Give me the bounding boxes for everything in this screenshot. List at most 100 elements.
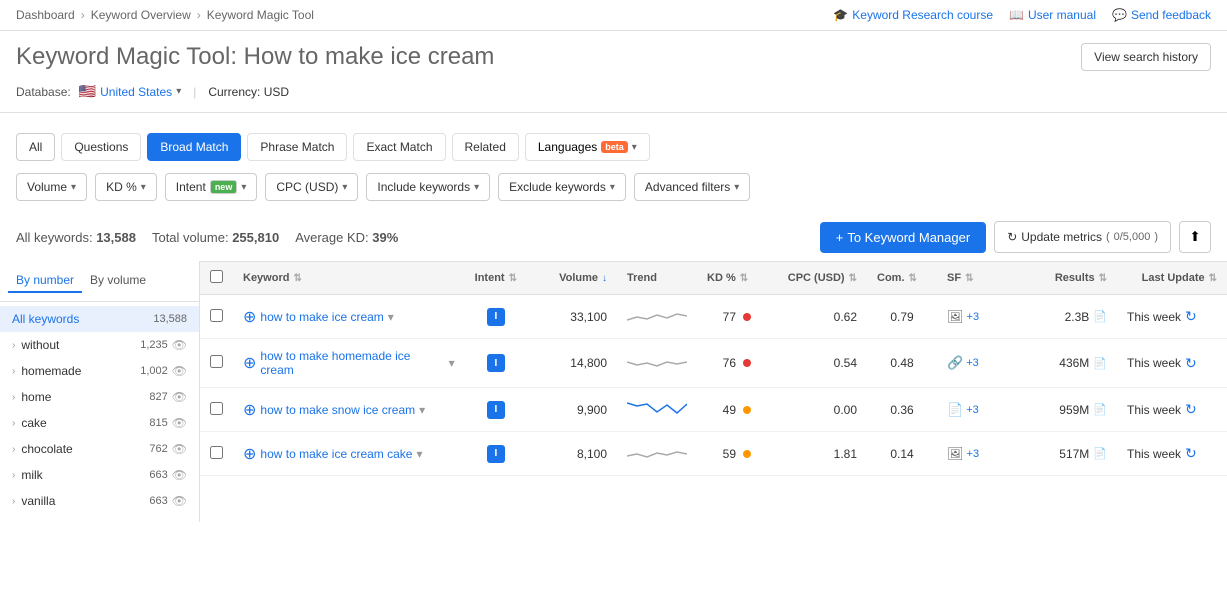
nav-user-manual[interactable]: 📖 User manual [1009, 8, 1096, 22]
sidebar-tab-by-volume[interactable]: By volume [82, 269, 154, 293]
database-country-select[interactable]: 🇺🇸 United States ▾ [79, 83, 182, 100]
sf-more[interactable]: +3 [966, 357, 979, 369]
row-checkbox-cell [200, 295, 233, 339]
sort-icon: ⇅ [1209, 273, 1217, 284]
refresh-icon[interactable]: ↻ [1185, 401, 1197, 418]
tab-phrase-match[interactable]: Phrase Match [247, 133, 347, 161]
advanced-filters[interactable]: Advanced filters ▾ [634, 173, 750, 201]
com-col-header[interactable]: Com. ⇅ [867, 262, 937, 295]
tab-related[interactable]: Related [452, 133, 519, 161]
results-col-header[interactable]: Results ⇅ [1017, 262, 1117, 295]
sf-more[interactable]: +3 [967, 448, 980, 460]
sf-more[interactable]: +3 [967, 311, 980, 323]
sf-cell: 🖼 +3 [937, 295, 1017, 339]
tab-questions[interactable]: Questions [61, 133, 141, 161]
add-keyword-icon[interactable]: ⊕ [243, 444, 256, 464]
volume-col-header[interactable]: Volume ↓ [527, 262, 617, 295]
sidebar-all-keywords-count: 13,588 [153, 313, 187, 325]
breadcrumb-sep-2: › [197, 8, 201, 22]
sidebar-item-chocolate[interactable]: › chocolate 762 👁 [0, 436, 199, 462]
tab-exact-match[interactable]: Exact Match [353, 133, 445, 161]
sidebar-count-without: 1,235 [140, 339, 168, 351]
eye-icon[interactable]: 👁 [172, 364, 187, 378]
all-keywords-value: 13,588 [96, 230, 136, 245]
trend-sparkline [627, 398, 687, 418]
breadcrumb-dashboard[interactable]: Dashboard [16, 8, 75, 22]
sf-col-header[interactable]: SF ⇅ [937, 262, 1017, 295]
kd-indicator [743, 450, 751, 458]
chevron-right-icon: › [12, 340, 15, 351]
nav-send-feedback[interactable]: 💬 Send feedback [1112, 8, 1211, 22]
exclude-keywords-filter[interactable]: Exclude keywords ▾ [498, 173, 626, 201]
book-icon: 📖 [1009, 8, 1024, 22]
add-keyword-icon[interactable]: ⊕ [243, 353, 256, 373]
sidebar-item-milk[interactable]: › milk 663 👁 [0, 462, 199, 488]
kd-filter[interactable]: KD % ▾ [95, 173, 157, 201]
intent-col-header[interactable]: Intent ⇅ [465, 262, 527, 295]
sidebar-item-cake[interactable]: › cake 815 👁 [0, 410, 199, 436]
row-checkbox[interactable] [210, 309, 223, 322]
update-metrics-button[interactable]: ↻ Update metrics (0/5,000) [994, 221, 1171, 253]
breadcrumb-keyword-overview[interactable]: Keyword Overview [91, 8, 191, 22]
trend-col-header[interactable]: Trend [617, 262, 697, 295]
intent-cell: I [465, 295, 527, 339]
sidebar-count-vanilla: 663 [149, 495, 167, 507]
sidebar-label-cake: cake [21, 416, 46, 430]
keyword-col-header[interactable]: Keyword ⇅ [233, 262, 465, 295]
keyword-link[interactable]: how to make ice cream ▾ [260, 310, 393, 324]
eye-icon[interactable]: 👁 [172, 468, 187, 482]
volume-cell: 9,900 [527, 388, 617, 432]
add-keyword-icon[interactable]: ⊕ [243, 307, 256, 327]
sidebar-item-home[interactable]: › home 827 👁 [0, 384, 199, 410]
nav-research-course[interactable]: 🎓 Keyword Research course [833, 8, 993, 22]
add-keyword-icon[interactable]: ⊕ [243, 400, 256, 420]
select-all-checkbox[interactable] [210, 270, 223, 283]
intent-filter[interactable]: Intent new ▾ [165, 173, 258, 201]
lastupdate-col-header[interactable]: Last Update ⇅ [1117, 262, 1227, 295]
eye-icon[interactable]: 👁 [172, 416, 187, 430]
sidebar-item-homemade[interactable]: › homemade 1,002 👁 [0, 358, 199, 384]
sidebar-item-vanilla[interactable]: › vanilla 663 👁 [0, 488, 199, 514]
keyword-link[interactable]: how to make homemade ice cream ▾ [260, 349, 454, 377]
sidebar-item-all-keywords[interactable]: All keywords 13,588 [0, 306, 199, 332]
kd-cell: 76 [697, 339, 777, 388]
tab-all[interactable]: All [16, 133, 55, 161]
eye-icon[interactable]: 👁 [172, 494, 187, 508]
volume-cell: 8,100 [527, 432, 617, 476]
chevron-right-icon: › [12, 444, 15, 455]
select-all-header[interactable] [200, 262, 233, 295]
table-row: ⊕ how to make ice cream ▾ I 33,100 [200, 295, 1227, 339]
row-checkbox[interactable] [210, 446, 223, 459]
keyword-cell: ⊕ how to make snow ice cream ▾ [233, 388, 465, 432]
sf-more[interactable]: +3 [966, 404, 979, 416]
main-content: By number By volume All keywords 13,588 … [0, 261, 1227, 522]
tab-languages[interactable]: Languages beta ▾ [525, 133, 650, 161]
refresh-icon[interactable]: ↻ [1185, 355, 1197, 372]
add-to-keyword-manager-button[interactable]: + To Keyword Manager [820, 222, 986, 253]
kd-col-header[interactable]: KD % ⇅ [697, 262, 777, 295]
eye-icon[interactable]: 👁 [172, 442, 187, 456]
cpc-cell: 1.81 [777, 432, 867, 476]
view-history-button[interactable]: View search history [1081, 43, 1211, 71]
row-checkbox[interactable] [210, 402, 223, 415]
eye-icon[interactable]: 👁 [172, 338, 187, 352]
refresh-icon[interactable]: ↻ [1185, 445, 1197, 462]
tab-broad-match[interactable]: Broad Match [147, 133, 241, 161]
kd-cell: 49 [697, 388, 777, 432]
row-checkbox[interactable] [210, 355, 223, 368]
sidebar-item-without[interactable]: › without 1,235 👁 [0, 332, 199, 358]
cpc-cell: 0.54 [777, 339, 867, 388]
results-cell: 2.3B 📄 [1017, 295, 1117, 339]
keyword-link[interactable]: how to make snow ice cream ▾ [260, 403, 425, 417]
sidebar-label-homemade: homemade [21, 364, 81, 378]
cpc-filter[interactable]: CPC (USD) ▾ [265, 173, 358, 201]
eye-icon[interactable]: 👁 [172, 390, 187, 404]
include-keywords-filter[interactable]: Include keywords ▾ [366, 173, 490, 201]
export-button[interactable]: ⬆ [1179, 221, 1211, 253]
sort-icon: ⇅ [740, 273, 748, 284]
volume-filter[interactable]: Volume ▾ [16, 173, 87, 201]
keyword-link[interactable]: how to make ice cream cake ▾ [260, 447, 422, 461]
cpc-col-header[interactable]: CPC (USD) ⇅ [777, 262, 867, 295]
sidebar-tab-by-number[interactable]: By number [8, 269, 82, 293]
refresh-icon[interactable]: ↻ [1185, 308, 1197, 325]
